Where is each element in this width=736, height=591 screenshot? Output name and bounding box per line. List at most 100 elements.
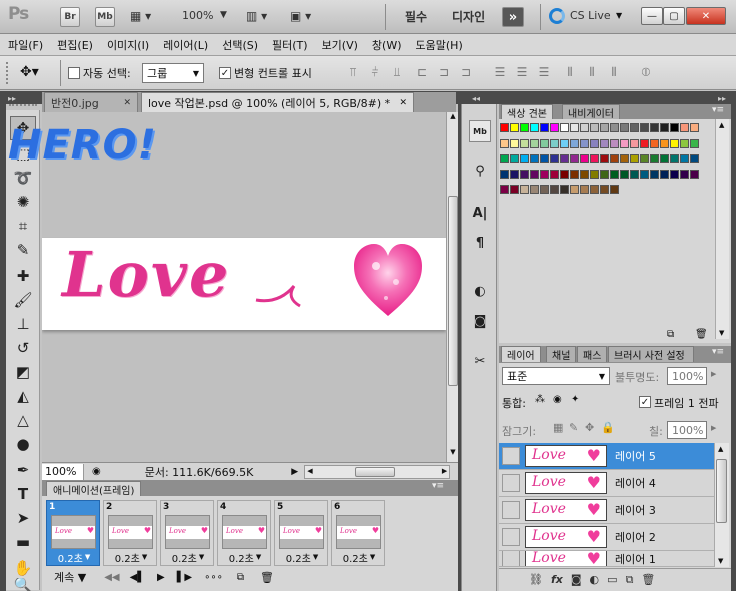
tab-channels[interactable]: 채널 (546, 346, 577, 362)
close-tab-icon[interactable]: ✕ (395, 98, 407, 108)
swatch[interactable] (510, 169, 519, 179)
swatch[interactable] (600, 169, 609, 179)
scroll-thumb[interactable] (716, 459, 727, 523)
auto-select-dropdown[interactable]: 그룹 ▼ (142, 63, 204, 83)
swatch[interactable] (540, 138, 549, 148)
rectangle-tool-icon[interactable]: ▬ (10, 530, 36, 554)
scroll-thumb[interactable] (355, 466, 396, 477)
eraser-tool-icon[interactable]: ◩ (10, 360, 36, 384)
swatch[interactable] (560, 154, 569, 163)
auto-select-checkbox[interactable] (68, 67, 80, 79)
menu-layer[interactable]: 레이어(L) (155, 37, 214, 53)
swatch[interactable] (690, 169, 699, 179)
swatch[interactable] (690, 123, 699, 132)
panel-menu-icon[interactable]: ▾≡ (712, 105, 724, 115)
swatch[interactable] (690, 138, 699, 148)
lock-pixels-icon[interactable]: ✎ (569, 421, 578, 434)
swatch[interactable] (660, 138, 669, 148)
close-button[interactable]: ✕ (686, 7, 726, 25)
type-tool-icon[interactable]: T (10, 482, 36, 506)
swatch[interactable] (550, 169, 559, 179)
swatch[interactable] (530, 185, 539, 194)
animation-frame[interactable]: 1 Love ♥ 0.2초 ▼ (46, 500, 100, 566)
maximize-button[interactable]: ▢ (663, 7, 685, 25)
paint-bucket-tool-icon[interactable]: ◭ (10, 384, 36, 408)
swatch[interactable] (620, 138, 629, 148)
distribute-left-icon[interactable]: ⦀ (562, 64, 578, 80)
swatch[interactable] (570, 154, 579, 163)
menu-file[interactable]: 파일(F) (0, 37, 49, 53)
grip-handle[interactable] (6, 62, 10, 84)
align-left-icon[interactable]: ⊏ (414, 64, 430, 80)
new-layer-icon[interactable]: ⧉ (626, 573, 634, 587)
swatch[interactable] (680, 138, 689, 148)
swatch[interactable] (520, 154, 529, 163)
swatch[interactable] (520, 138, 529, 148)
swatch[interactable] (530, 123, 539, 132)
scroll-right-icon[interactable]: ▶ (442, 467, 447, 475)
swatch[interactable] (630, 169, 639, 179)
swatch[interactable] (630, 123, 639, 132)
new-group-icon[interactable]: ▭ (607, 573, 617, 586)
swatch[interactable] (660, 123, 669, 132)
swatch[interactable] (560, 123, 569, 132)
swatch[interactable] (530, 169, 539, 179)
scroll-down-icon[interactable]: ▼ (718, 557, 723, 565)
animation-frame[interactable]: 5 Love ♥ 0.2초 ▼ (274, 500, 328, 566)
tab-document-love[interactable]: love 작업본.psd @ 100% (레이어 5, RGB/8#) * ✕ (141, 92, 414, 112)
duplicate-frame-icon[interactable]: ⧉ (237, 572, 244, 583)
distribute-bottom-icon[interactable]: ☰ (536, 64, 552, 80)
tab-paths[interactable]: 패스 (577, 346, 608, 362)
swatch[interactable] (610, 138, 619, 148)
menu-edit[interactable]: 편집(E) (49, 37, 99, 53)
chevron-right-icon[interactable]: ▶ (711, 370, 716, 378)
mini-bridge-panel-icon[interactable]: Mb (469, 120, 491, 142)
swatch[interactable] (670, 154, 679, 163)
swatch[interactable] (590, 123, 599, 132)
swatch[interactable] (580, 138, 589, 148)
align-right-icon[interactable]: ⊐ (458, 64, 474, 80)
distribute-right-icon[interactable]: ⦀ (606, 64, 622, 80)
chevron-down-icon[interactable]: ▼ (616, 11, 622, 20)
swatch[interactable] (590, 138, 599, 148)
swatch[interactable] (550, 123, 559, 132)
arrange-documents-menu[interactable]: ▥ ▾ (246, 9, 276, 25)
swatch[interactable] (510, 123, 519, 132)
swatch[interactable] (600, 154, 609, 163)
visibility-toggle[interactable] (502, 528, 520, 546)
unify-style-icon[interactable]: ✦ (571, 394, 579, 405)
chevron-right-icon[interactable]: ▶ (711, 424, 716, 432)
zoom-level[interactable]: 100% (182, 9, 213, 22)
swatch[interactable] (510, 138, 519, 148)
character-panel-icon[interactable]: A| (469, 202, 491, 224)
panel-menu-icon[interactable]: ▾≡ (712, 347, 724, 357)
pen-tool-icon[interactable]: ✒ (10, 458, 36, 482)
tab-layers[interactable]: 레이어 (501, 346, 541, 362)
swatch[interactable] (630, 154, 639, 163)
tab-navigator[interactable]: 내비게이터 (562, 104, 620, 120)
blend-mode-select[interactable]: 표준 ▼ (502, 367, 610, 385)
layer-mask-icon[interactable]: ◙ (571, 573, 582, 586)
swatch[interactable] (560, 169, 569, 179)
swatch[interactable] (680, 169, 689, 179)
visibility-toggle[interactable] (502, 474, 520, 492)
hand-tool-icon[interactable]: ✋ (10, 556, 36, 580)
healing-brush-tool-icon[interactable]: ✚ (10, 264, 36, 288)
swatch[interactable] (520, 123, 529, 132)
frame-delay[interactable]: 0.2초 ▼ (104, 549, 158, 565)
lasso-tool-icon[interactable]: ➰ (10, 166, 36, 190)
close-tab-icon[interactable]: ✕ (123, 98, 131, 108)
status-zoom[interactable]: 100% (42, 463, 84, 480)
visibility-toggle[interactable] (502, 501, 520, 519)
distribute-hcenter-icon[interactable]: ⦀ (584, 64, 600, 80)
swatch[interactable] (500, 154, 509, 163)
workspace-essentials[interactable]: 필수 (405, 8, 427, 25)
swatch[interactable] (500, 185, 509, 194)
status-menu-arrow-icon[interactable]: ▶ (291, 467, 298, 477)
unify-visibility-icon[interactable]: ◉ (553, 394, 562, 405)
document-canvas[interactable]: Love (42, 238, 446, 330)
swatch[interactable] (600, 185, 609, 194)
swatch[interactable] (520, 169, 529, 179)
swatches-scrollbar[interactable]: ▲ ▼ (715, 119, 729, 339)
scroll-down-icon[interactable]: ▼ (719, 329, 724, 337)
